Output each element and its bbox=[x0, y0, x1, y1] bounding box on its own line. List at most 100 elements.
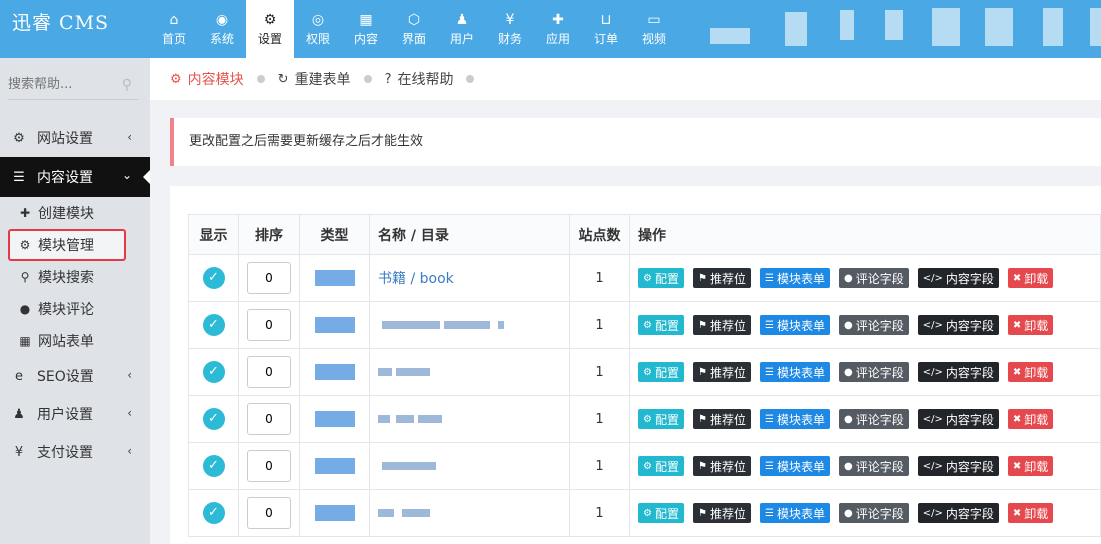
order-input[interactable] bbox=[247, 356, 291, 388]
check-circle-icon[interactable]: ✓ bbox=[202, 267, 225, 289]
nav-item-2[interactable]: ⚙ 设置 bbox=[246, 0, 294, 58]
nav-item-4[interactable]: ▦ 内容 bbox=[342, 0, 390, 58]
list-button[interactable]: ☰ 模块表单 bbox=[759, 456, 830, 476]
gear-button[interactable]: ⚙ 配置 bbox=[638, 362, 684, 382]
blurred-name bbox=[406, 415, 414, 423]
list-button[interactable]: ☰ 模块表单 bbox=[759, 268, 830, 288]
table-header-1: 排序 bbox=[238, 214, 300, 255]
sidebar-subitem-label: 模块管理 bbox=[38, 238, 94, 254]
button-label: 推荐位 bbox=[709, 271, 746, 286]
check-circle-icon[interactable]: ✓ bbox=[202, 455, 225, 477]
action-buttons: ⚙ 配置 ⚑ 推荐位 ☰ 模块表单 ● 评论字段 </> 内容字段 ✖ 卸载 bbox=[638, 409, 1092, 429]
gear-button[interactable]: ⚙ 配置 bbox=[638, 315, 684, 335]
nav-item-label: 设置 bbox=[257, 32, 282, 46]
order-input[interactable] bbox=[247, 262, 291, 294]
order-input[interactable] bbox=[247, 403, 291, 435]
gear-button[interactable]: ⚙ 配置 bbox=[638, 409, 684, 429]
trash-button[interactable]: ✖ 卸载 bbox=[1007, 362, 1054, 382]
show-cell: ✓ bbox=[188, 395, 239, 443]
sidebar-menu: ⚙ 网站设置 ‹ ☰ 内容设置 ⌄ ✚ 创建模块 ⚙ 模块管理 ⚲ 模块搜索 ● 模块评论 ▦ 网站表单 e SE… bbox=[0, 119, 151, 471]
flag-button[interactable]: ⚑ 推荐位 bbox=[692, 362, 751, 382]
sidebar-section-1[interactable]: ☰ 内容设置 ⌄ bbox=[0, 157, 151, 197]
gear-button[interactable]: ⚙ 配置 bbox=[638, 503, 684, 523]
sidebar-subitem-2[interactable]: ⚲ 模块搜索 bbox=[0, 261, 150, 293]
nav-item-3[interactable]: ◎ 权限 bbox=[294, 0, 342, 58]
show-cell: ✓ bbox=[188, 301, 239, 349]
nav-item-6[interactable]: ♟ 用户 bbox=[438, 0, 486, 58]
code-button[interactable]: </> 内容字段 bbox=[917, 268, 999, 288]
nav-item-8[interactable]: ✚ 应用 bbox=[534, 0, 582, 58]
flag-button[interactable]: ⚑ 推荐位 bbox=[692, 268, 751, 288]
flag-button[interactable]: ⚑ 推荐位 bbox=[692, 315, 751, 335]
tab-2[interactable]: ? 在线帮助 bbox=[385, 69, 454, 89]
code-button[interactable]: </> 内容字段 bbox=[917, 409, 999, 429]
trash-button[interactable]: ✖ 卸载 bbox=[1007, 503, 1054, 523]
comment-button[interactable]: ● 评论字段 bbox=[838, 456, 909, 476]
gear-icon: ⚙ bbox=[643, 413, 652, 425]
tab-0[interactable]: ⚙ 内容模块 bbox=[170, 69, 244, 89]
order-input[interactable] bbox=[247, 450, 291, 482]
code-button[interactable]: </> 内容字段 bbox=[917, 362, 999, 382]
trash-button[interactable]: ✖ 卸载 bbox=[1007, 315, 1054, 335]
blurred-type bbox=[314, 364, 355, 380]
check-circle-icon[interactable]: ✓ bbox=[202, 502, 225, 524]
list-button[interactable]: ☰ 模块表单 bbox=[759, 362, 830, 382]
nav-item-0[interactable]: ⌂ 首页 bbox=[150, 0, 198, 58]
flag-button[interactable]: ⚑ 推荐位 bbox=[692, 456, 751, 476]
sidebar-section-4[interactable]: ¥ 支付设置 ‹ bbox=[0, 433, 150, 471]
sidebar-section-3[interactable]: ♟ 用户设置 ‹ bbox=[0, 395, 150, 433]
flag-button[interactable]: ⚑ 推荐位 bbox=[692, 503, 751, 523]
nav-item-5[interactable]: ⬡ 界面 bbox=[390, 0, 438, 58]
trash-button[interactable]: ✖ 卸载 bbox=[1007, 409, 1054, 429]
sidebar-subitem-1[interactable]: ⚙ 模块管理 bbox=[8, 229, 126, 261]
nav-item-9[interactable]: ⊔ 订单 bbox=[582, 0, 630, 58]
comment-button[interactable]: ● 评论字段 bbox=[838, 268, 909, 288]
sidebar-section-0[interactable]: ⚙ 网站设置 ‹ bbox=[0, 119, 150, 157]
check-circle-icon[interactable]: ✓ bbox=[202, 314, 225, 336]
check-circle-icon[interactable]: ✓ bbox=[202, 408, 225, 430]
order-cell bbox=[238, 254, 300, 302]
list-button[interactable]: ☰ 模块表单 bbox=[759, 409, 830, 429]
code-button[interactable]: </> 内容字段 bbox=[917, 456, 999, 476]
sidebar-subitem-0[interactable]: ✚ 创建模块 bbox=[0, 197, 150, 229]
comment-button[interactable]: ● 评论字段 bbox=[838, 315, 909, 335]
yen-icon: ¥ bbox=[505, 12, 515, 28]
comment-button[interactable]: ● 评论字段 bbox=[838, 503, 909, 523]
nav-item-10[interactable]: ▭ 视频 bbox=[630, 0, 678, 58]
search-input[interactable] bbox=[8, 70, 138, 98]
sidebar-subitem-3[interactable]: ● 模块评论 bbox=[0, 293, 150, 325]
module-name-link[interactable]: 书籍 / book bbox=[378, 271, 454, 287]
code-button[interactable]: </> 内容字段 bbox=[917, 503, 999, 523]
nav-item-1[interactable]: ◉ 系统 bbox=[198, 0, 246, 58]
button-label: 内容字段 bbox=[945, 459, 994, 474]
table-row: ✓ 1 ⚙配置 ⚑推荐位 ☰模块表单 ●评论字段 </>内容字段 ✖卸载 bbox=[188, 301, 1101, 349]
order-input[interactable] bbox=[247, 309, 291, 341]
sidebar: ⚲ ⚙ 网站设置 ‹ ☰ 内容设置 ⌄ ✚ 创建模块 ⚙ 模块管理 ⚲ 模块搜索 ● 模块评论 ▦ 网站表单 e… bbox=[0, 58, 151, 544]
blurred-name bbox=[402, 509, 412, 517]
order-input[interactable] bbox=[247, 497, 291, 529]
flag-icon: ⚑ bbox=[697, 366, 707, 378]
trash-button[interactable]: ✖ 卸载 bbox=[1007, 268, 1054, 288]
comment-icon: ● bbox=[843, 366, 853, 378]
code-icon: </> bbox=[922, 319, 943, 331]
button-label: 模块表单 bbox=[776, 365, 825, 380]
code-button[interactable]: </> 内容字段 bbox=[917, 315, 999, 335]
site-count-cell: 1 bbox=[569, 301, 630, 349]
table-row: ✓ 书籍 / book 1 ⚙配置 ⚑推荐位 ☰模块表单 ●评论字段 </>内容字段 ✖卸载 bbox=[188, 254, 1101, 302]
check-circle-icon[interactable]: ✓ bbox=[202, 361, 225, 383]
comment-button[interactable]: ● 评论字段 bbox=[838, 362, 909, 382]
gear-button[interactable]: ⚙ 配置 bbox=[638, 268, 684, 288]
flag-button[interactable]: ⚑ 推荐位 bbox=[692, 409, 751, 429]
list-button[interactable]: ☰ 模块表单 bbox=[759, 315, 830, 335]
sidebar-subitem-4[interactable]: ▦ 网站表单 bbox=[0, 325, 150, 357]
trash-button[interactable]: ✖ 卸载 bbox=[1007, 456, 1054, 476]
trash-icon: ✖ bbox=[1012, 413, 1022, 425]
tab-1[interactable]: ↻ 重建表单 bbox=[278, 69, 351, 89]
sidebar-section-2[interactable]: e SEO设置 ‹ bbox=[0, 357, 150, 395]
list-button[interactable]: ☰ 模块表单 bbox=[759, 503, 830, 523]
flag-icon: ⚑ bbox=[697, 413, 707, 425]
gear-button[interactable]: ⚙ 配置 bbox=[638, 456, 684, 476]
nav-item-7[interactable]: ¥ 财务 bbox=[486, 0, 534, 58]
comment-button[interactable]: ● 评论字段 bbox=[838, 409, 909, 429]
search-icon[interactable]: ⚲ bbox=[122, 77, 132, 93]
